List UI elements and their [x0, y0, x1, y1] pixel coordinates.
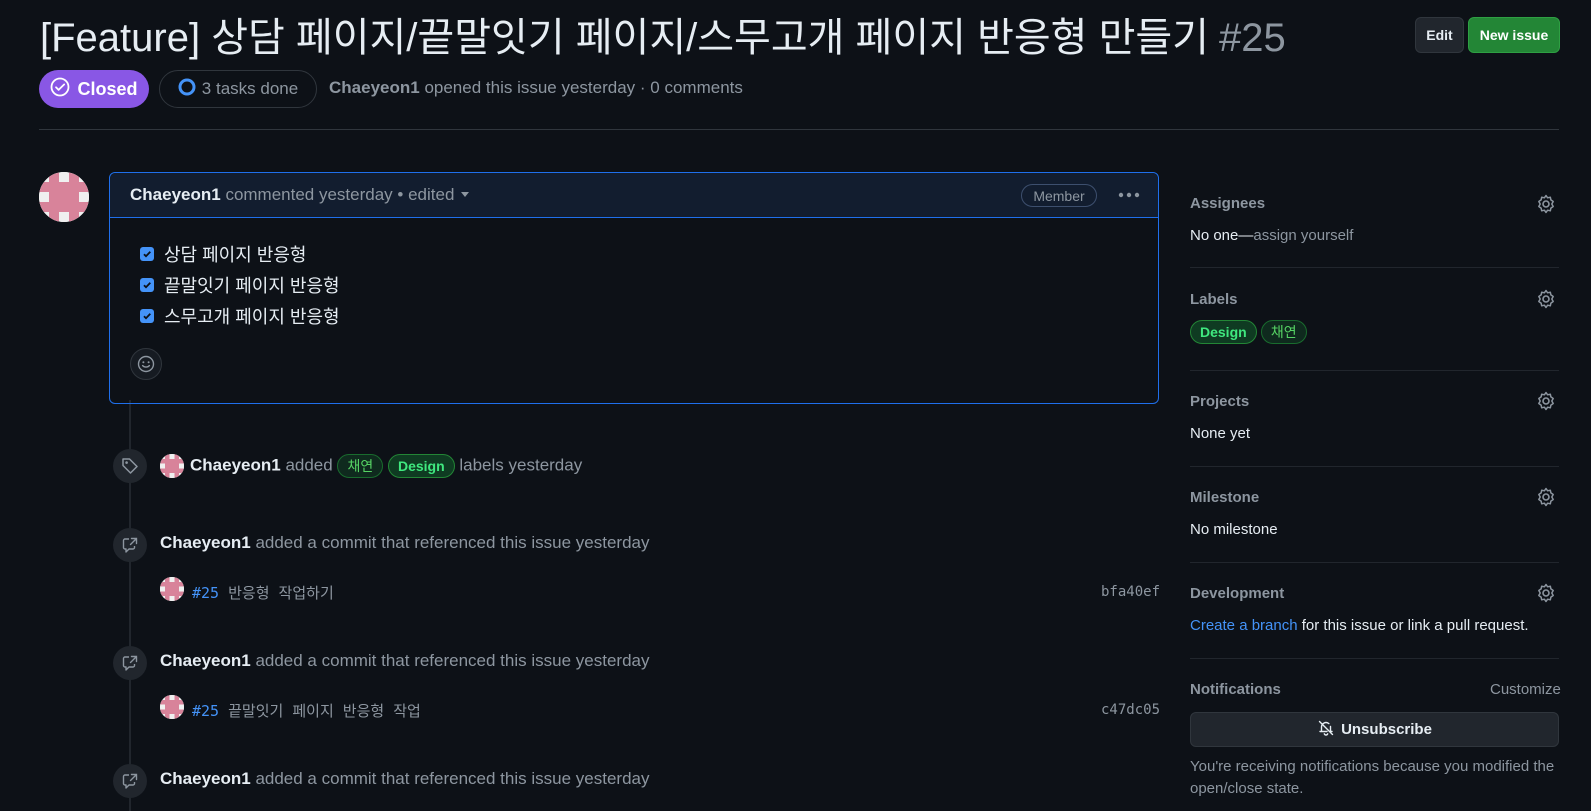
tasks-badge[interactable]: 3 tasks done: [159, 70, 317, 108]
commit-message[interactable]: 반응형 작업하기: [228, 584, 334, 602]
notifications-note: You're receiving notifications because y…: [1190, 758, 1555, 797]
member-badge: Member: [1021, 184, 1097, 207]
task-item: 상담 페이지 반응형: [140, 241, 306, 267]
gear-icon[interactable]: [1535, 288, 1557, 310]
issue-title-text: [Feature] 상담 페이지/끝말잇기 페이지/스무고개 페이지 반응형 만…: [40, 16, 1209, 60]
tag-icon: [113, 449, 147, 483]
avatar[interactable]: [39, 172, 89, 222]
commit-row: #25 반응형 작업하기: [192, 582, 334, 603]
event-text: added a commit that referenced this issu…: [255, 651, 650, 670]
assign-yourself-link[interactable]: assign yourself: [1253, 227, 1353, 244]
smiley-icon[interactable]: [130, 348, 162, 380]
customize-link[interactable]: Customize: [1490, 681, 1561, 698]
label-chaeyeon[interactable]: 채연: [337, 454, 384, 478]
progress-circle-icon: [178, 78, 196, 101]
issue-ref-link[interactable]: #25: [192, 702, 219, 720]
gear-icon[interactable]: [1535, 582, 1557, 604]
comment-author-line: Chaeyeon1 commented yesterday • edited: [130, 185, 471, 205]
label-design[interactable]: Design: [1190, 320, 1257, 344]
labels-list: Design 채연: [1190, 320, 1307, 344]
opened-text: opened this issue yesterday · 0 comments: [424, 78, 743, 97]
development-rest: for this issue or link a pull request.: [1301, 617, 1529, 634]
label-chaeyeon[interactable]: 채연: [1260, 320, 1307, 344]
milestone-value: No milestone: [1190, 521, 1278, 538]
commit-sha[interactable]: bfa40ef: [1101, 584, 1160, 600]
event-author[interactable]: Chaeyeon1: [160, 769, 251, 788]
commit-event: Chaeyeon1 added a commit that referenced…: [160, 651, 649, 671]
task-label: 끝말잇기 페이지 반응형: [164, 276, 340, 296]
commit-message[interactable]: 끝말잇기 페이지 반응형 작업: [228, 702, 421, 720]
assignees-none: No one—: [1190, 227, 1254, 244]
commit-event: Chaeyeon1 added a commit that referenced…: [160, 769, 649, 789]
sidebar-divider: [1190, 370, 1559, 371]
issue-ref-link[interactable]: #25: [192, 584, 219, 602]
issue-title: [Feature] 상담 페이지/끝말잇기 페이지/스무고개 페이지 반응형 만…: [40, 8, 1286, 68]
comment-box: Chaeyeon1 commented yesterday • edited M…: [109, 172, 1159, 404]
status-label: Closed: [77, 78, 138, 99]
milestone-title: Milestone: [1190, 489, 1260, 506]
opener-link[interactable]: Chaeyeon1: [329, 78, 420, 97]
sidebar-divider: [1190, 267, 1559, 268]
unsubscribe-label: Unsubscribe: [1341, 721, 1432, 738]
avatar[interactable]: [160, 577, 184, 601]
event-text: added a commit that referenced this issu…: [255, 533, 650, 552]
new-issue-button[interactable]: New issue: [1468, 17, 1560, 53]
event-author[interactable]: Chaeyeon1: [190, 455, 281, 474]
create-branch-link[interactable]: Create a branch: [1190, 617, 1298, 634]
commit-sha[interactable]: c47dc05: [1101, 702, 1160, 718]
unsubscribe-button[interactable]: Unsubscribe: [1190, 712, 1559, 747]
comment-meta[interactable]: commented yesterday • edited: [225, 185, 454, 204]
status-badge: Closed: [39, 70, 149, 108]
cross-reference-icon: [113, 764, 147, 798]
event-text: added a commit that referenced this issu…: [255, 769, 650, 788]
gear-icon[interactable]: [1535, 390, 1557, 412]
sidebar-divider: [1190, 466, 1559, 467]
sidebar-divider: [1190, 658, 1559, 659]
task-label: 스무고개 페이지 반응형: [164, 307, 340, 327]
assignees-value: No one—assign yourself: [1190, 227, 1353, 244]
event-author[interactable]: Chaeyeon1: [160, 533, 251, 552]
sidebar-divider: [1190, 562, 1559, 563]
edit-button[interactable]: Edit: [1415, 17, 1464, 53]
bell-slash-icon: [1317, 719, 1335, 741]
labels-title: Labels: [1190, 291, 1238, 308]
avatar[interactable]: [160, 454, 184, 478]
task-label: 상담 페이지 반응형: [164, 245, 307, 265]
cross-reference-icon: [113, 528, 147, 562]
cross-reference-icon: [113, 646, 147, 680]
projects-title: Projects: [1190, 393, 1250, 410]
event-verb: added: [285, 455, 333, 475]
gear-icon[interactable]: [1535, 486, 1557, 508]
issue-number: #25: [1218, 16, 1286, 60]
avatar[interactable]: [160, 695, 184, 719]
task-item: 스무고개 페이지 반응형: [140, 303, 340, 329]
projects-value: None yet: [1190, 425, 1251, 442]
comment-header: Chaeyeon1 commented yesterday • edited M…: [110, 173, 1158, 218]
task-checkbox[interactable]: [140, 309, 154, 323]
commit-row: #25 끝말잇기 페이지 반응형 작업: [192, 700, 421, 721]
task-checkbox[interactable]: [140, 247, 154, 261]
comment-author[interactable]: Chaeyeon1: [130, 185, 221, 204]
event-author[interactable]: Chaeyeon1: [160, 651, 251, 670]
assignees-title: Assignees: [1190, 195, 1266, 212]
label-event: Chaeyeon1 added 채연 Design labels yesterd…: [190, 454, 582, 478]
task-checkbox[interactable]: [140, 278, 154, 292]
kebab-icon[interactable]: [1114, 183, 1144, 207]
development-title: Development: [1190, 585, 1285, 602]
notifications-title: Notifications: [1190, 681, 1281, 698]
check-circle-icon: [50, 77, 70, 102]
header-divider: [39, 129, 1559, 130]
gear-icon[interactable]: [1535, 193, 1557, 215]
task-item: 끝말잇기 페이지 반응형: [140, 272, 340, 298]
tasks-label: 3 tasks done: [201, 79, 299, 98]
commit-event: Chaeyeon1 added a commit that referenced…: [160, 533, 649, 553]
label-design[interactable]: Design: [387, 454, 455, 478]
development-value: Create a branch for this issue or link a…: [1190, 617, 1529, 634]
chevron-down-icon[interactable]: [459, 185, 471, 204]
issue-meta: Chaeyeon1 opened this issue yesterday · …: [329, 78, 743, 98]
event-suffix: labels yesterday: [459, 455, 583, 475]
